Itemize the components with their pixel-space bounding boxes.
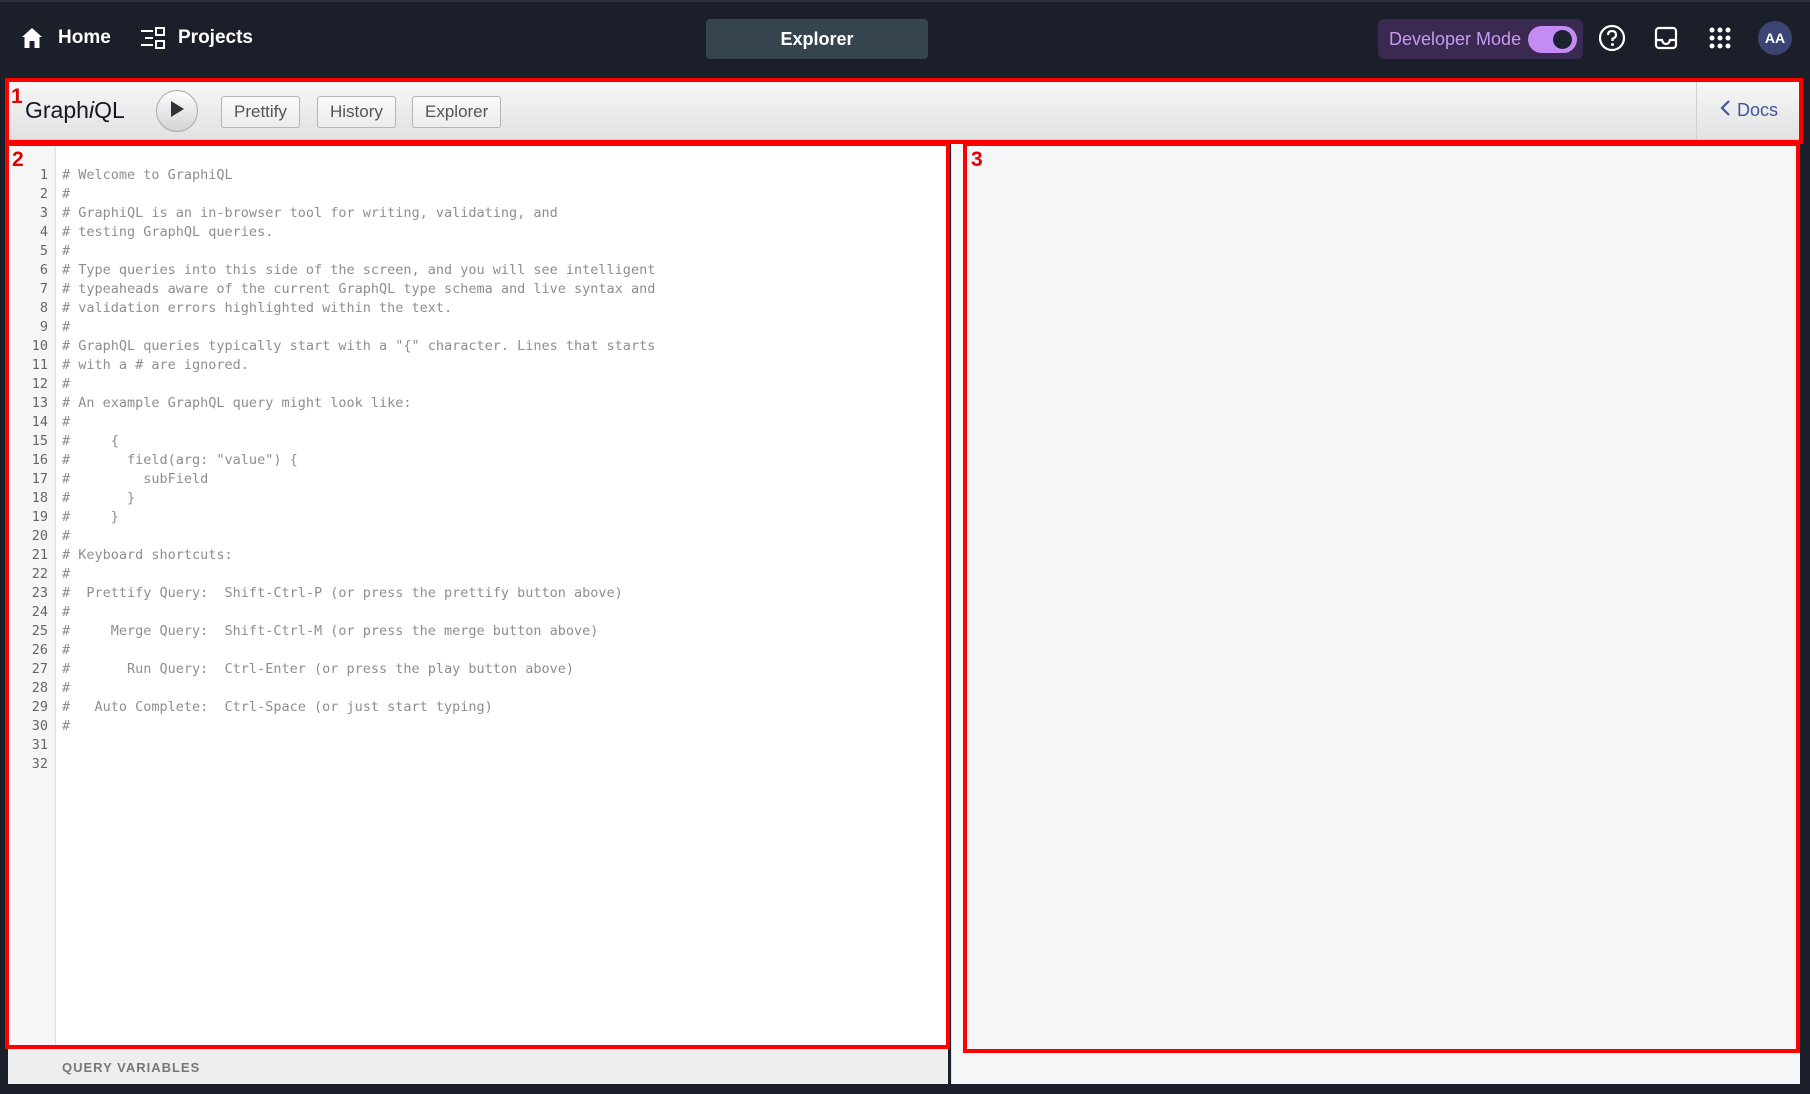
query-variables-bar[interactable]: QUERY VARIABLES: [8, 1048, 948, 1084]
developer-mode-switch[interactable]: [1528, 26, 1577, 53]
nav-home-link[interactable]: Home: [20, 20, 111, 56]
apps-grid-icon[interactable]: [1705, 23, 1735, 53]
home-icon: [20, 26, 44, 50]
annotation-box-result: [963, 142, 1800, 1053]
nav-projects-label: Projects: [178, 27, 253, 48]
bottom-strip: [0, 1084, 1810, 1094]
nav-home-label: Home: [58, 27, 111, 48]
help-icon[interactable]: [1597, 23, 1627, 53]
annotation-box-toolbar: [5, 78, 1803, 144]
inbox-icon[interactable]: [1651, 23, 1681, 53]
query-variables-label: QUERY VARIABLES: [62, 1060, 201, 1075]
projects-icon: [140, 26, 166, 50]
user-avatar[interactable]: AA: [1758, 21, 1792, 55]
annotation-box-editor: [5, 142, 950, 1049]
annotation-number-editor: 2: [12, 148, 24, 171]
nav-projects-link[interactable]: Projects: [140, 20, 253, 56]
explorer-tab[interactable]: Explorer: [706, 19, 928, 59]
toggle-knob: [1553, 30, 1572, 49]
top-navigation-bar: Home Projects Explorer Developer Mode AA: [0, 0, 1810, 72]
developer-mode-toggle-group[interactable]: Developer Mode: [1378, 19, 1583, 59]
annotation-number-toolbar: 1: [11, 85, 23, 108]
annotation-number-result: 3: [971, 148, 983, 171]
developer-mode-label: Developer Mode: [1389, 28, 1522, 49]
